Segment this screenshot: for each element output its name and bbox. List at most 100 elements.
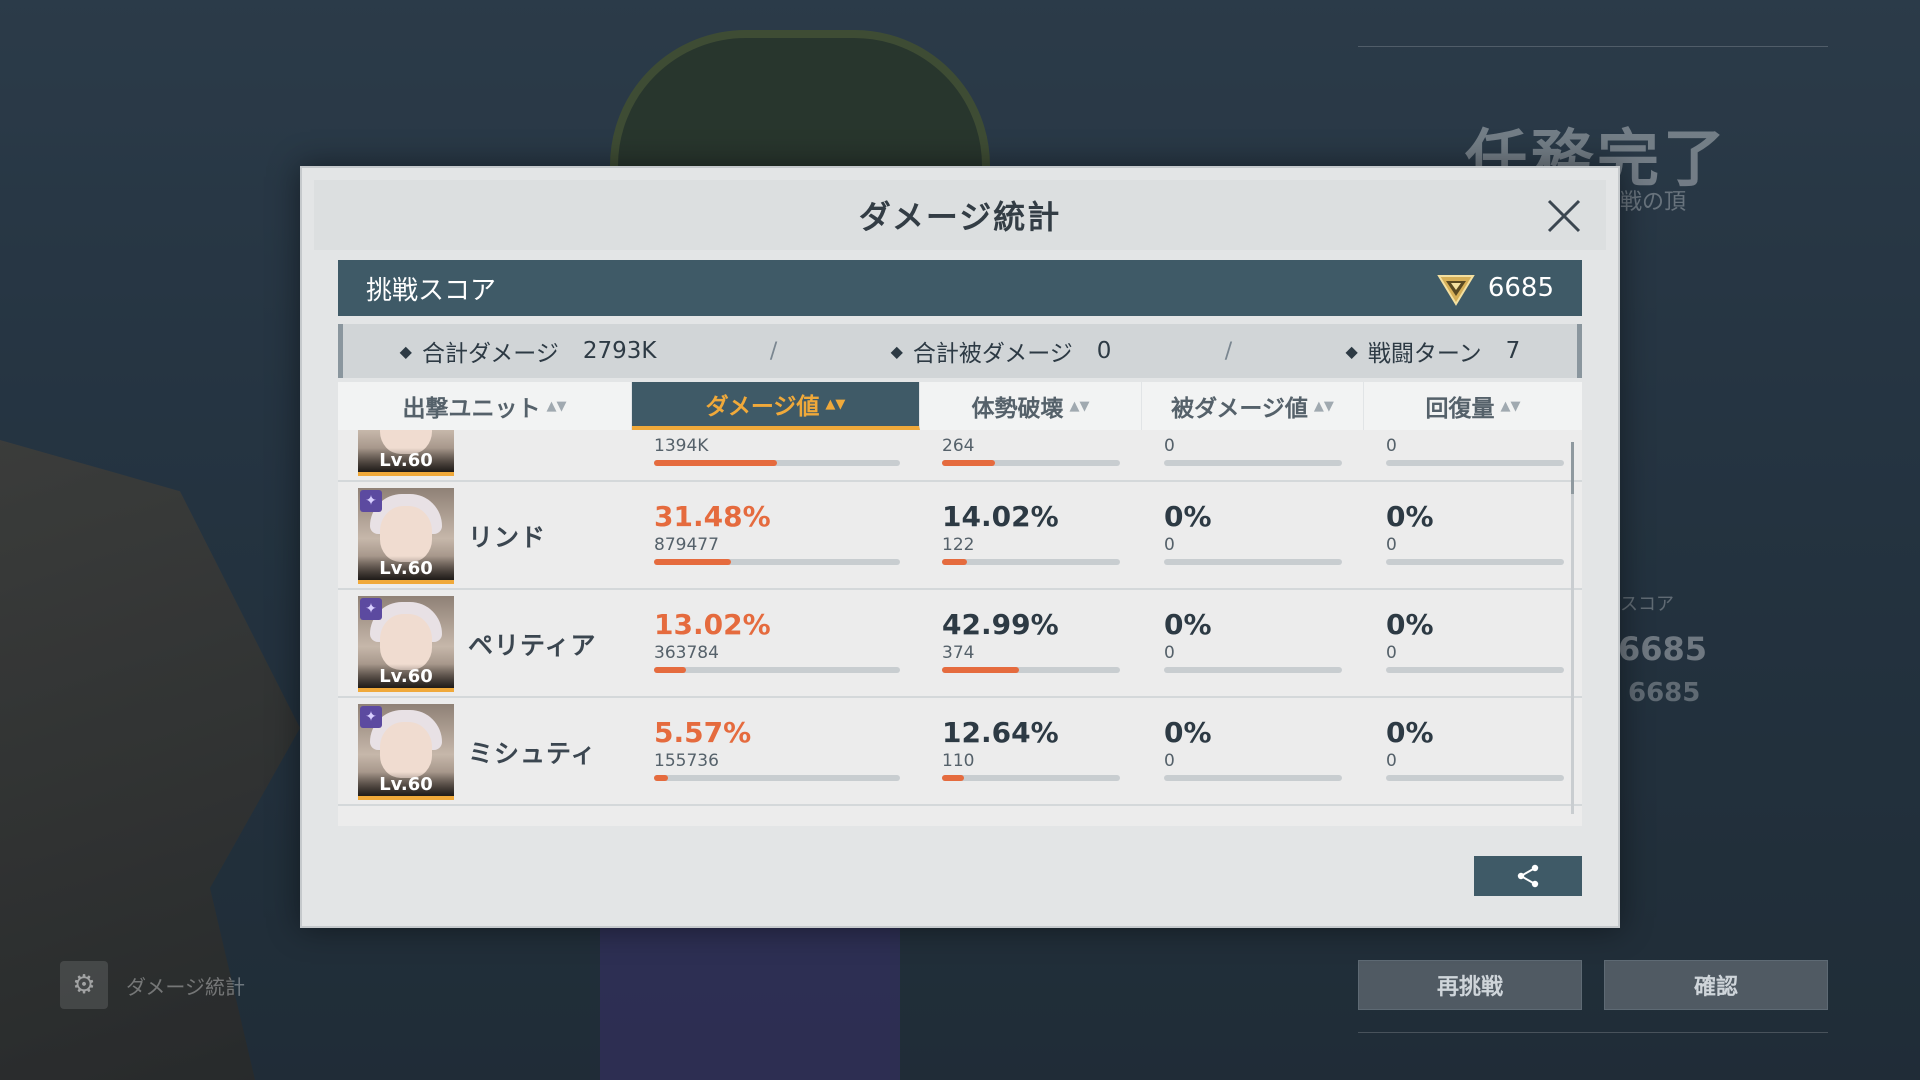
damage-value: 1394K bbox=[654, 436, 709, 456]
level-badge: Lv.60 bbox=[358, 664, 454, 688]
damage-stats-link[interactable]: ⚙ ダメージ統計 bbox=[60, 960, 245, 1010]
background-divider bbox=[1358, 46, 1828, 47]
damage-taken-cell: 0 bbox=[1164, 436, 1342, 466]
break-bar bbox=[942, 460, 1120, 466]
damage-bar bbox=[654, 667, 900, 673]
avatar: ✦ Lv.60 bbox=[358, 488, 454, 584]
damage-bar-fill bbox=[654, 667, 687, 673]
background-score-value-secondary: 6685 bbox=[1628, 678, 1701, 708]
sort-icon: ▲▼ bbox=[825, 396, 846, 412]
sort-icon: ▲▼ bbox=[546, 398, 567, 414]
damage-taken-percent: 0% bbox=[1164, 608, 1212, 641]
background-score-label: スコア bbox=[1620, 594, 1674, 615]
share-button[interactable] bbox=[1474, 856, 1582, 896]
confirm-button[interactable]: 確認 bbox=[1604, 960, 1828, 1010]
damage-taken-value: 0 bbox=[1164, 643, 1175, 663]
healing-value: 0 bbox=[1386, 535, 1397, 555]
break-bar bbox=[942, 559, 1120, 565]
background-divider bbox=[1358, 1032, 1828, 1033]
sort-icon: ▲▼ bbox=[1069, 398, 1090, 414]
challenge-score-bar: 挑戦スコア 6685 bbox=[338, 260, 1582, 316]
scrollbar-thumb[interactable] bbox=[1571, 442, 1574, 494]
diamond-icon: ◆ bbox=[399, 341, 412, 361]
damage-bar bbox=[654, 460, 900, 466]
damage-bar bbox=[654, 559, 900, 565]
damage-taken-cell: 0% 0 bbox=[1164, 608, 1342, 673]
close-button[interactable] bbox=[1540, 192, 1588, 240]
break-value: 374 bbox=[942, 643, 975, 663]
damage-taken-percent: 0% bbox=[1164, 500, 1212, 533]
avatar: ✦ Lv.60 bbox=[358, 704, 454, 800]
avatar-face bbox=[380, 506, 432, 562]
level-badge: Lv.60 bbox=[358, 448, 454, 472]
healing-bar bbox=[1386, 775, 1564, 781]
healing-bar bbox=[1386, 667, 1564, 673]
close-icon bbox=[1547, 199, 1581, 233]
challenge-score-value: 6685 bbox=[1487, 273, 1554, 303]
healing-cell: 0% 0 bbox=[1386, 608, 1564, 673]
sort-icon: ▲▼ bbox=[1500, 398, 1521, 414]
avatar: Lv.60 bbox=[358, 430, 454, 476]
break-percent: 14.02% bbox=[942, 500, 1059, 533]
damage-taken-percent: 0% bbox=[1164, 716, 1212, 749]
damage-value: 155736 bbox=[654, 751, 719, 771]
damage-taken-cell: 0% 0 bbox=[1164, 716, 1342, 781]
avatar-face bbox=[380, 722, 432, 778]
damage-bar-fill bbox=[654, 775, 668, 781]
damage-value: 363784 bbox=[654, 643, 719, 663]
column-header-label: ダメージ値 bbox=[705, 394, 820, 420]
break-bar-fill bbox=[942, 775, 965, 781]
healing-cell: 0 bbox=[1386, 436, 1564, 466]
summary-total-damage-taken: ◆ 合計被ダメージ 0 bbox=[891, 334, 1112, 368]
break-bar bbox=[942, 667, 1120, 673]
damage-value: 879477 bbox=[654, 535, 719, 555]
healing-value: 0 bbox=[1386, 436, 1397, 456]
dialog-header: ダメージ統計 bbox=[314, 180, 1606, 250]
table-row: ✦ Lv.60 リンド 31.48% 879477 14.02% 122 0% … bbox=[338, 482, 1582, 590]
column-header-healing[interactable]: 回復量 ▲▼ bbox=[1364, 382, 1582, 430]
avatar: ✦ Lv.60 bbox=[358, 596, 454, 692]
gear-icon: ⚙ bbox=[60, 961, 108, 1009]
column-header-damage-taken[interactable]: 被ダメージ値 ▲▼ bbox=[1142, 382, 1364, 430]
element-icon: ✦ bbox=[360, 490, 382, 512]
break-percent: 42.99% bbox=[942, 608, 1059, 641]
element-icon: ✦ bbox=[360, 706, 382, 728]
break-bar-fill bbox=[942, 559, 967, 565]
damage-cell: 1394K bbox=[654, 436, 900, 466]
column-header-label: 被ダメージ値 bbox=[1171, 396, 1308, 422]
summary-separator: / bbox=[769, 338, 778, 364]
healing-percent: 0% bbox=[1386, 716, 1434, 749]
element-icon: ✦ bbox=[360, 598, 382, 620]
healing-cell: 0% 0 bbox=[1386, 716, 1564, 781]
table-row: Lv.60 1394K 264 0 0 bbox=[338, 430, 1582, 482]
dialog-title: ダメージ統計 bbox=[858, 198, 1062, 236]
mission-subtitle: 戦の頂 bbox=[1620, 190, 1687, 215]
damage-cell: 5.57% 155736 bbox=[654, 716, 900, 781]
diamond-icon: ◆ bbox=[890, 341, 903, 361]
stats-table-body[interactable]: Lv.60 1394K 264 0 0 ✦ Lv.60 リンド 31.48% 8… bbox=[338, 430, 1582, 826]
battle-summary: ◆ 合計ダメージ 2793K / ◆ 合計被ダメージ 0 / ◆ 戦闘ターン 7 bbox=[338, 324, 1582, 378]
healing-cell: 0% 0 bbox=[1386, 500, 1564, 565]
damage-taken-bar bbox=[1164, 667, 1342, 673]
summary-battle-turns: ◆ 戦闘ターン 7 bbox=[1346, 334, 1521, 368]
retry-button[interactable]: 再挑戦 bbox=[1358, 960, 1582, 1010]
level-badge: Lv.60 bbox=[358, 772, 454, 796]
healing-value: 0 bbox=[1386, 643, 1397, 663]
summary-value: 2793K bbox=[582, 338, 657, 364]
damage-taken-bar bbox=[1164, 460, 1342, 466]
share-icon bbox=[1517, 864, 1539, 888]
diamond-icon: ◆ bbox=[1345, 341, 1358, 361]
summary-value: 0 bbox=[1096, 338, 1112, 364]
column-header-break[interactable]: 体勢破壊 ▲▼ bbox=[920, 382, 1142, 430]
column-header-label: 体勢破壊 bbox=[971, 396, 1064, 422]
table-row: ✦ Lv.60 ペリティア 13.02% 363784 42.99% 374 0… bbox=[338, 590, 1582, 698]
damage-bar-fill bbox=[654, 460, 777, 466]
break-cell: 14.02% 122 bbox=[942, 500, 1120, 565]
damage-cell: 13.02% 363784 bbox=[654, 608, 900, 673]
summary-separator: / bbox=[1224, 338, 1233, 364]
table-scrollbar[interactable] bbox=[1571, 442, 1574, 814]
column-header-damage[interactable]: ダメージ値 ▲▼ bbox=[632, 382, 920, 430]
level-badge: Lv.60 bbox=[358, 556, 454, 580]
column-header-unit[interactable]: 出撃ユニット ▲▼ bbox=[338, 382, 632, 430]
break-bar-fill bbox=[942, 460, 996, 466]
